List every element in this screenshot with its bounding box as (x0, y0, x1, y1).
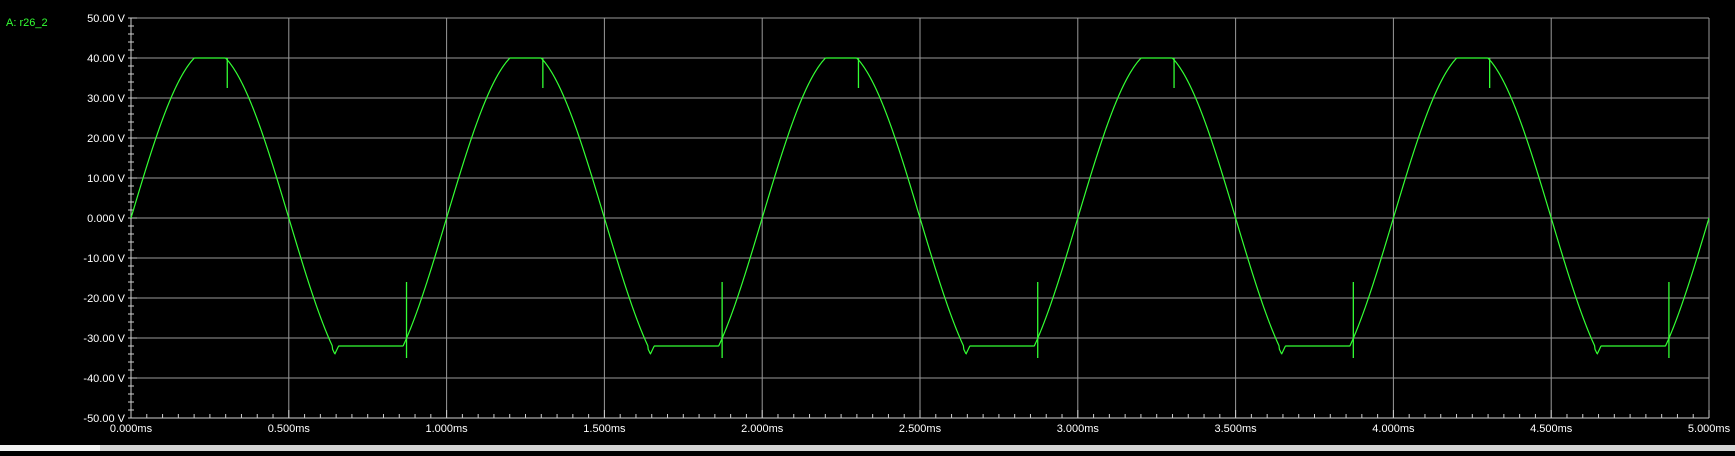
channel-label: A: r26_2 (6, 17, 48, 29)
y-tick-label: 30.00 V (87, 93, 126, 105)
x-tick-label: 0.000ms (110, 423, 153, 435)
x-tick-label: 2.500ms (899, 423, 942, 435)
x-tick-label: 1.000ms (425, 423, 468, 435)
y-tick-label: 50.00 V (87, 13, 126, 25)
y-tick-label: -20.00 V (83, 293, 125, 305)
x-tick-label: 1.500ms (583, 423, 626, 435)
scrollbar-thumb[interactable] (0, 445, 100, 451)
x-tick-label: 4.000ms (1372, 423, 1415, 435)
y-tick-label: 40.00 V (87, 53, 126, 65)
oscilloscope-view: A: r26_2 50.00 V 40.00 V 30.00 V 20.00 V 10.… (0, 0, 1735, 451)
y-tick-label: 0.000 V (87, 213, 126, 225)
y-tick-label: -30.00 V (83, 333, 125, 345)
waveform-chart: A: r26_2 50.00 V 40.00 V 30.00 V 20.00 V 10.… (6, 13, 1731, 435)
x-tick-labels: 0.000ms 0.500ms 1.000ms 1.500ms 2.000ms 2.500… (110, 423, 1731, 435)
y-tick-label: -40.00 V (83, 373, 125, 385)
x-tick-label: 0.500ms (268, 423, 311, 435)
horizontal-scrollbar[interactable] (0, 445, 1735, 451)
y-tick-labels: 50.00 V 40.00 V 30.00 V 20.00 V 10.00 V 0.000… (83, 13, 125, 425)
y-tick-label: -10.00 V (83, 253, 125, 265)
y-tick-label: 20.00 V (87, 133, 126, 145)
x-tick-label: 3.500ms (1214, 423, 1257, 435)
x-tick-label: 2.000ms (741, 423, 784, 435)
x-tick-label: 4.500ms (1530, 423, 1573, 435)
y-tick-label: 10.00 V (87, 173, 126, 185)
x-tick-label: 3.000ms (1057, 423, 1100, 435)
x-tick-label: 5.000ms (1688, 423, 1731, 435)
